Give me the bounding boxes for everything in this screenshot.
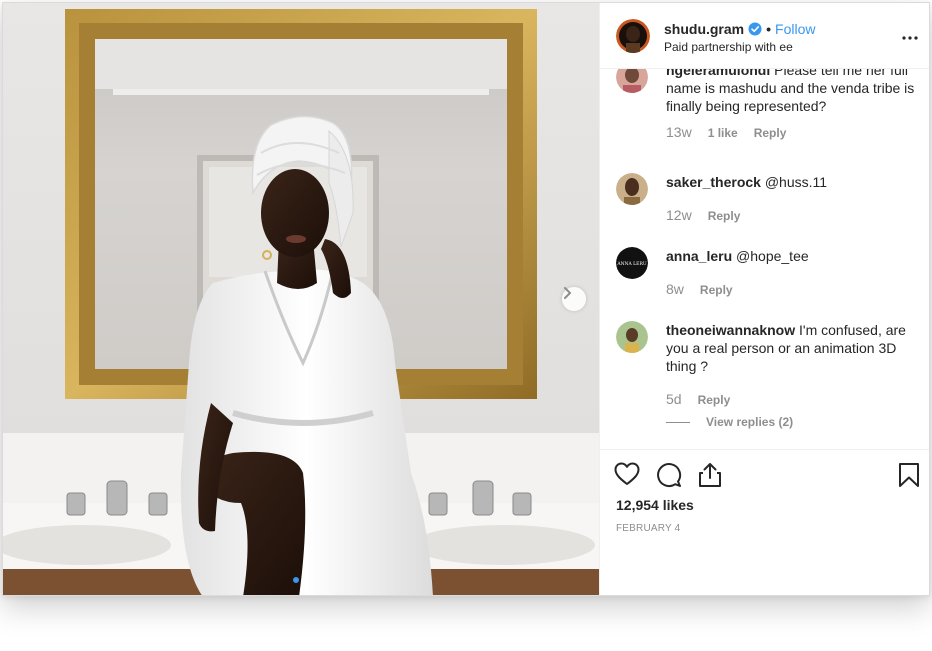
avatar-logo-text: ANNA LERU [616, 261, 646, 267]
comment-avatar[interactable] [616, 321, 648, 353]
comment-time[interactable]: 12w [666, 207, 692, 223]
reply-button[interactable]: Reply [698, 393, 731, 407]
author-line: shudu.gram • Follow [664, 21, 816, 37]
bookmark-icon[interactable] [898, 462, 920, 488]
verified-badge-icon [748, 22, 762, 36]
view-replies-line [666, 421, 690, 423]
view-replies-label: View replies (2) [706, 415, 794, 429]
view-replies-button[interactable]: View replies (2) [666, 415, 793, 429]
post-card: shudu.gram • Follow Paid partnership wit… [2, 2, 930, 596]
follow-button[interactable]: Follow [775, 21, 815, 37]
comment-avatar[interactable]: ANNA LERU [616, 247, 648, 279]
comment-meta: 13w 1 like Reply [666, 124, 802, 140]
reply-button[interactable]: Reply [754, 126, 787, 140]
action-bar [614, 462, 722, 488]
comment-username[interactable]: ngeleramulondi [666, 69, 770, 78]
carousel-dot [303, 577, 309, 583]
author-avatar[interactable] [616, 19, 650, 53]
post-actions: 12,954 likes FEBRUARY 4 [600, 449, 929, 595]
author-username[interactable]: shudu.gram [664, 21, 744, 37]
separator-dot: • [766, 21, 772, 37]
comment-meta: 8w Reply [666, 281, 749, 297]
comment-text: ngeleramulondi Please tell me her full n… [666, 69, 916, 115]
post-side-panel: shudu.gram • Follow Paid partnership wit… [599, 3, 929, 595]
comment-text: saker_therock @huss.11 [666, 173, 916, 191]
heart-icon[interactable] [614, 462, 640, 488]
comment-time[interactable]: 13w [666, 124, 692, 140]
comment-avatar[interactable] [616, 69, 648, 93]
carousel-indicator [3, 577, 599, 583]
post-image [3, 3, 599, 595]
comment-text: anna_leru @hope_tee [666, 247, 916, 265]
comment-content: @hope_tee [736, 248, 809, 264]
comment-bubble-icon[interactable] [656, 462, 682, 488]
comment-time[interactable]: 5d [666, 391, 682, 407]
paid-partnership-label[interactable]: Paid partnership with ee [664, 40, 793, 54]
comment-likes[interactable]: 1 like [708, 126, 738, 140]
comment-username[interactable]: anna_leru [666, 248, 732, 264]
next-image-button[interactable] [562, 287, 586, 311]
comments-list[interactable]: ngeleramulondi Please tell me her full n… [600, 69, 929, 449]
post-header: shudu.gram • Follow Paid partnership wit… [600, 3, 929, 69]
comment-meta: 12w Reply [666, 207, 756, 223]
reply-button[interactable]: Reply [708, 209, 741, 223]
comment-text: theoneiwannaknow I'm confused, are you a… [666, 321, 916, 375]
post-date[interactable]: FEBRUARY 4 [616, 523, 680, 534]
comment-time[interactable]: 8w [666, 281, 684, 297]
more-options-icon[interactable] [902, 27, 918, 45]
carousel-dot [293, 577, 299, 583]
comment-meta: 5d Reply [666, 391, 746, 407]
share-icon[interactable] [698, 462, 722, 488]
comment-content: @huss.11 [764, 174, 828, 190]
comment-username[interactable]: saker_therock [666, 174, 761, 190]
post-photo[interactable] [3, 3, 599, 595]
reply-button[interactable]: Reply [700, 283, 733, 297]
likes-count[interactable]: 12,954 likes [616, 497, 694, 513]
comment-username[interactable]: theoneiwannaknow [666, 322, 795, 338]
comment-avatar[interactable] [616, 173, 648, 205]
